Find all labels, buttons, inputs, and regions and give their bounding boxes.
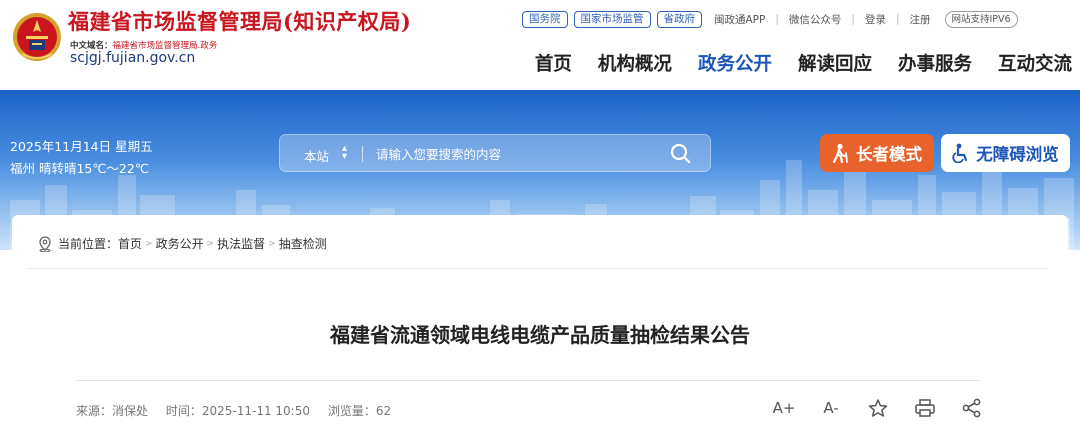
site-title[interactable]: 福建省市场监督管理局(知识产权局) <box>68 6 411 36</box>
font-shrink-icon: A- <box>823 399 839 417</box>
article-title: 福建省流通领域电线电缆产品质量抽检结果公告 <box>330 323 750 347</box>
nav-gov-affairs[interactable]: 政务公开 <box>698 50 772 76</box>
weather-text: 福州 晴转晴15℃～22℃ <box>10 161 149 176</box>
article-meta: 来源：消保处 时间：2025-11-11 10:50 浏览量：62 <box>76 402 405 419</box>
article-time: 时间：2025-11-11 10:50 <box>165 404 310 418</box>
breadcrumb: 当前位置： 首页 > 政务公开 > 执法监督 > 抽查检测 <box>38 235 327 252</box>
elder-icon <box>832 143 848 163</box>
breadcrumb-separator: > <box>206 238 215 249</box>
english-domain: scjgj.fujian.gov.cn <box>70 50 196 66</box>
ipv6-badge: 网站支持IPV6 <box>944 10 1018 28</box>
nav-home[interactable]: 首页 <box>535 50 572 76</box>
divider <box>362 146 363 162</box>
date-text: 2025年11月14日 星期五 <box>10 139 153 154</box>
accessible-browsing-button[interactable]: 无障碍浏览 <box>941 134 1070 172</box>
divider: | <box>895 13 900 25</box>
breadcrumb-label: 当前位置： <box>58 237 119 251</box>
share-icon[interactable] <box>960 398 984 418</box>
favorite-star-icon[interactable] <box>866 398 890 418</box>
nav-interpretation[interactable]: 解读回应 <box>798 50 872 76</box>
wechat-link[interactable]: 微信公众号 <box>789 12 842 27</box>
divider <box>26 268 1048 269</box>
breadcrumb-separator: > <box>145 238 153 249</box>
article-tools: A+ A- <box>772 398 1007 418</box>
top-links: 国务院 国家市场监管 省政府 闽政通APP | 微信公众号 | 登录 | 注册 … <box>522 9 1018 29</box>
elder-mode-button[interactable]: 长者模式 <box>820 134 934 172</box>
main-nav: 首页 机构概况 政务公开 解读回应 办事服务 互动交流 <box>509 50 1072 76</box>
breadcrumb-inspection[interactable]: 抽查检测 <box>279 235 327 252</box>
font-enlarge-icon: A+ <box>772 399 796 417</box>
province-gov-link[interactable]: 省政府 <box>656 10 702 28</box>
content-card: 当前位置： 首页 > 政务公开 > 执法监督 > 抽查检测 福建省流通领域电线电… <box>12 215 1068 445</box>
article-views: 浏览量：62 <box>327 404 392 418</box>
elder-mode-label: 长者模式 <box>856 145 922 164</box>
divider: | <box>775 13 779 25</box>
accessible-browsing-label: 无障碍浏览 <box>976 145 1059 164</box>
article-source: 来源：消保处 <box>76 404 149 418</box>
search-input[interactable] <box>376 143 656 165</box>
nav-about[interactable]: 机构概况 <box>598 50 672 76</box>
breadcrumb-home[interactable]: 首页 <box>118 235 142 252</box>
app-link[interactable]: 闽政通APP <box>714 12 765 27</box>
samr-link[interactable]: 国家市场监管 <box>573 10 651 28</box>
print-icon[interactable] <box>913 398 937 418</box>
register-link[interactable]: 注册 <box>910 12 931 27</box>
search-scope-select[interactable]: 本站 <box>304 146 329 165</box>
national-emblem-icon <box>13 13 61 61</box>
divider: | <box>851 13 855 25</box>
scope-toggle-icon[interactable]: ▴ ▾ <box>342 144 347 162</box>
font-enlarge-button[interactable]: A+ <box>772 398 796 418</box>
site-header: 福建省市场监督管理局(知识产权局) 中文域名：福建省市场监督管理局.政务 scj… <box>0 0 1080 90</box>
state-council-link[interactable]: 国务院 <box>522 10 568 28</box>
nav-interaction[interactable]: 互动交流 <box>998 50 1072 76</box>
nav-services[interactable]: 办事服务 <box>898 50 972 76</box>
wheelchair-icon <box>952 143 968 163</box>
login-link[interactable]: 登录 <box>865 12 886 27</box>
location-pin-icon <box>39 235 51 252</box>
breadcrumb-gov-affairs[interactable]: 政务公开 <box>156 235 204 252</box>
search-icon[interactable] <box>668 142 694 166</box>
font-shrink-button[interactable]: A- <box>819 398 843 418</box>
divider <box>76 380 980 381</box>
breadcrumb-enforcement[interactable]: 执法监督 <box>217 235 265 252</box>
breadcrumb-separator: > <box>268 238 276 249</box>
search-box: 本站 ▴ ▾ <box>279 134 711 172</box>
